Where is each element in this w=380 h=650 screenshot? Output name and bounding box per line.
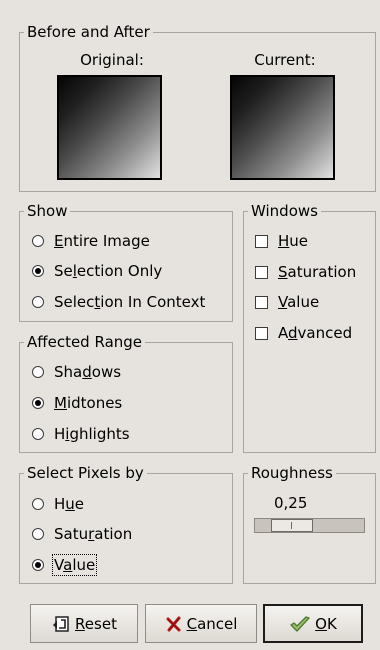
cancel-button[interactable]: Cancel	[145, 604, 257, 643]
range-option-label: Midtones	[54, 394, 123, 412]
range-option-midtones[interactable]: Midtones	[32, 391, 122, 415]
show-option-label: Entire Image	[54, 232, 150, 250]
range-radio-shadows[interactable]	[32, 366, 44, 378]
current-preview	[230, 75, 335, 180]
range-option-shadows[interactable]: Shadows	[32, 360, 121, 384]
pixels-option-hue[interactable]: Hue	[32, 492, 84, 516]
show-option-label: Selection In Context	[54, 293, 206, 311]
roughness-slider[interactable]	[254, 518, 365, 533]
pixels-option-label: Hue	[54, 495, 85, 513]
reset-button[interactable]: Reset	[30, 604, 138, 643]
range-radio-midtones[interactable]	[32, 397, 44, 409]
original-preview	[57, 75, 162, 180]
windows-advanced-check[interactable]: Advanced	[255, 321, 352, 345]
ok-check-icon	[289, 615, 311, 633]
windows-item-label: Hue	[278, 232, 309, 250]
saturation-checkbox[interactable]	[255, 265, 268, 279]
affected-range-title: Affected Range	[24, 332, 146, 352]
pixels-option-saturation[interactable]: Saturation	[32, 522, 132, 546]
show-option-selection-only[interactable]: Selection Only	[32, 259, 162, 283]
pixels-option-label: Saturation	[54, 525, 133, 543]
before-after-title: Before and After	[24, 22, 153, 42]
value-checkbox[interactable]	[255, 295, 268, 309]
range-option-label: Shadows	[54, 363, 122, 381]
show-option-label: Selection Only	[54, 262, 163, 280]
windows-item-label: Value	[278, 293, 320, 311]
ok-label: OK	[315, 614, 337, 633]
roughness-slider-thumb[interactable]	[271, 519, 313, 532]
original-label: Original:	[80, 51, 144, 69]
show-option-entire-image[interactable]: Entire Image	[32, 229, 150, 253]
pixels-radio-value[interactable]	[32, 559, 44, 571]
windows-hue-check[interactable]: Hue	[255, 229, 308, 253]
ok-button[interactable]: OK	[263, 604, 363, 643]
range-option-label: Highlights	[54, 425, 130, 443]
advanced-checkbox[interactable]	[255, 326, 268, 340]
hue-checkbox[interactable]	[255, 234, 268, 248]
reset-icon	[51, 615, 71, 633]
show-radio-selection-only[interactable]	[32, 265, 44, 277]
show-option-selection-in-context[interactable]: Selection In Context	[32, 290, 205, 314]
show-title: Show	[24, 201, 71, 221]
roughness-value: 0,25	[274, 494, 308, 512]
pixels-radio-saturation[interactable]	[32, 528, 44, 540]
windows-item-label: Saturation	[278, 263, 357, 281]
select-pixels-title: Select Pixels by	[24, 463, 147, 483]
pixels-option-value[interactable]: Value	[32, 553, 98, 577]
show-radio-selection-in-context[interactable]	[32, 296, 44, 308]
windows-saturation-check[interactable]: Saturation	[255, 260, 356, 284]
range-option-highlights[interactable]: Highlights	[32, 422, 130, 446]
windows-item-label: Advanced	[278, 324, 353, 342]
pixels-radio-hue[interactable]	[32, 498, 44, 510]
cancel-x-icon	[165, 615, 183, 633]
roughness-title: Roughness	[248, 463, 336, 483]
range-radio-highlights[interactable]	[32, 428, 44, 440]
reset-label: Reset	[75, 614, 117, 633]
windows-title: Windows	[248, 201, 321, 221]
cancel-label: Cancel	[186, 614, 238, 633]
show-radio-entire-image[interactable]	[32, 235, 44, 247]
pixels-option-label: Value	[51, 554, 98, 576]
current-label: Current:	[254, 51, 316, 69]
windows-value-check[interactable]: Value	[255, 290, 319, 314]
